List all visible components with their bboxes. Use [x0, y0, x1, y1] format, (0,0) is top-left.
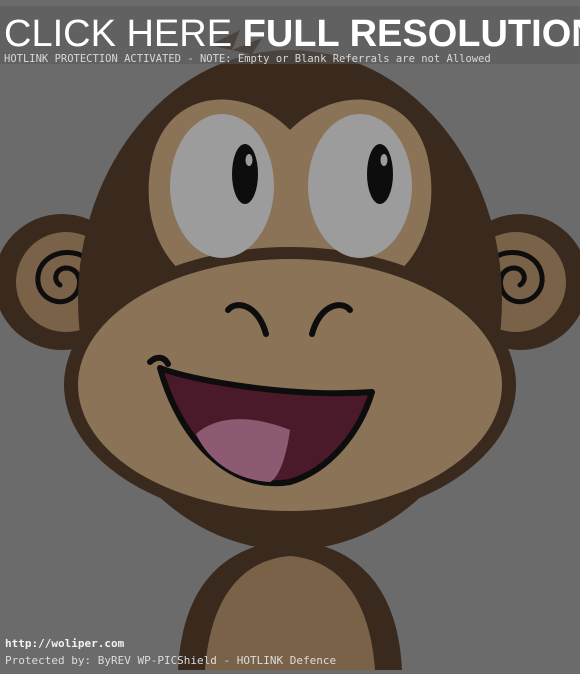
- left-pupil: [232, 144, 258, 204]
- hotlink-notice: HOTLINK PROTECTION ACTIVATED - NOTE: Emp…: [4, 53, 491, 65]
- right-eye: [308, 114, 412, 258]
- monkey-illustration: [0, 0, 580, 670]
- hotlink-banner[interactable]: CLICK HERE FULL RESOLUTION HOTLINK PROTE…: [0, 6, 580, 65]
- full-resolution-link[interactable]: CLICK HERE FULL RESOLUTION: [4, 14, 580, 54]
- right-pupil: [367, 144, 393, 204]
- headline-click-here[interactable]: CLICK HERE: [4, 13, 243, 55]
- left-eye: [170, 114, 274, 258]
- protection-notice: Protected by: ByREV WP-PICShield - HOTLI…: [5, 654, 337, 667]
- headline-full-resolution[interactable]: FULL RESOLUTION: [243, 13, 580, 55]
- site-url: http://woliper.com: [5, 637, 125, 650]
